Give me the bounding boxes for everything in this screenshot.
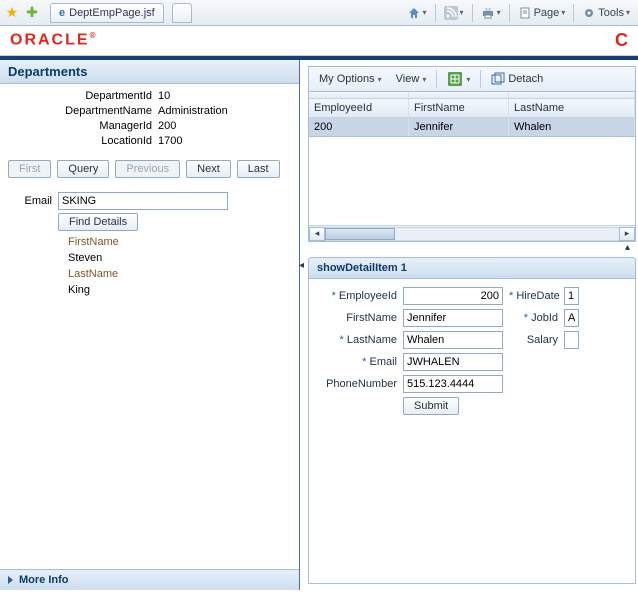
col-firstname[interactable]: FirstName (409, 99, 509, 117)
lastname-input[interactable] (403, 331, 503, 349)
cell-firstname: Jennifer (409, 118, 509, 136)
location-id-value: 1700 (158, 135, 291, 147)
tab-title: DeptEmpPage.jsf (69, 7, 155, 19)
table-toolbar: My Options ▾ View ▾ ▾ Detach (308, 66, 636, 92)
brand-logo: ORACLE® (10, 31, 97, 49)
view-menu[interactable]: View ▾ (392, 72, 431, 86)
favorites-icon[interactable]: ★ (4, 5, 20, 21)
home-button[interactable]: ▾ (403, 2, 431, 24)
departments-header: Departments (0, 60, 299, 84)
more-info-label: More Info (19, 574, 69, 586)
add-favorite-icon[interactable]: ✚ (24, 5, 40, 21)
result-lastname-label: LastName (68, 266, 291, 282)
col-employee-id[interactable]: EmployeeId (309, 99, 409, 117)
page-icon (518, 6, 532, 20)
dept-name-value: Administration (158, 105, 291, 117)
scroll-right-icon[interactable]: ▸ (619, 227, 635, 241)
dept-name-label: DepartmentName (8, 105, 158, 117)
scroll-left-icon[interactable]: ◂ (309, 227, 325, 241)
gear-icon (582, 6, 596, 20)
cell-lastname: Whalen (509, 118, 635, 136)
salary-input[interactable] (564, 331, 579, 349)
lastname-label: LastName (313, 334, 403, 346)
detach-button[interactable]: Detach (487, 71, 547, 87)
hiredate-input[interactable] (564, 287, 579, 305)
browser-tab[interactable]: e DeptEmpPage.jsf (50, 3, 164, 23)
my-options-menu[interactable]: My Options ▾ (315, 72, 386, 86)
email-label: Email (8, 195, 58, 207)
manager-id-label: ManagerId (8, 120, 158, 132)
new-tab-button[interactable] (172, 3, 192, 23)
dept-id-label: DepartmentId (8, 90, 158, 102)
feeds-button[interactable]: ▾ (440, 2, 468, 24)
refresh-button[interactable]: ▾ (443, 70, 474, 88)
table-row[interactable]: 200 Jennifer Whalen (309, 118, 635, 137)
firstname-input[interactable] (403, 309, 503, 327)
email-detail-input[interactable] (403, 353, 503, 371)
col-lastname[interactable]: LastName (509, 99, 635, 117)
previous-button[interactable]: Previous (115, 160, 180, 178)
more-info-toggle[interactable]: More Info (0, 569, 299, 590)
browser-toolbar: ★ ✚ e DeptEmpPage.jsf ▾ ▾ ▾ Page ▾ (0, 0, 638, 26)
collapse-toggle[interactable]: ▴ (308, 242, 636, 253)
find-details-button[interactable]: Find Details (58, 213, 138, 231)
employee-id-label: EmployeeId (313, 290, 403, 302)
brand-bar: ORACLE® C (0, 26, 638, 56)
rss-icon (444, 6, 458, 20)
splitter-handle-icon: ◂ (299, 260, 304, 271)
grid-refresh-icon (447, 71, 463, 87)
email-detail-label: Email (313, 356, 403, 368)
location-id-label: LocationId (8, 135, 158, 147)
first-button[interactable]: First (8, 160, 51, 178)
department-form: DepartmentId10 DepartmentNameAdministrat… (0, 84, 299, 156)
tools-menu[interactable]: Tools ▾ (578, 2, 634, 24)
employees-table: EmployeeId FirstName LastName 200 Jennif… (308, 92, 636, 242)
query-button[interactable]: Query (57, 160, 109, 178)
detach-label: Detach (508, 73, 543, 85)
result-firstname-value: Steven (68, 250, 291, 266)
submit-button[interactable]: Submit (403, 397, 459, 415)
hiredate-label: HireDate (509, 290, 564, 302)
disclose-icon (8, 576, 13, 584)
phone-input[interactable] (403, 375, 503, 393)
horizontal-scrollbar[interactable]: ◂ ▸ (309, 225, 635, 241)
dept-id-value: 10 (158, 90, 291, 102)
home-icon (407, 6, 421, 20)
dept-nav-buttons: First Query Previous Next Last (0, 156, 299, 186)
ie-icon: e (59, 7, 65, 19)
manager-id-value: 200 (158, 120, 291, 132)
detail-form: EmployeeId FirstName LastName Email Phon… (308, 279, 636, 584)
print-button[interactable]: ▾ (477, 2, 505, 24)
detach-icon (491, 72, 505, 86)
employee-id-input[interactable] (403, 287, 503, 305)
print-icon (481, 6, 495, 20)
page-menu[interactable]: Page ▾ (514, 2, 570, 24)
last-button[interactable]: Last (237, 160, 280, 178)
email-input[interactable] (58, 192, 228, 210)
jobid-label: JobId (509, 312, 564, 324)
page-menu-label: Page (534, 7, 560, 19)
result-firstname-label: FirstName (68, 234, 291, 250)
next-button[interactable]: Next (186, 160, 231, 178)
table-header: EmployeeId FirstName LastName (309, 99, 635, 118)
phone-label: PhoneNumber (313, 378, 403, 390)
jobid-input[interactable] (564, 309, 579, 327)
splitter[interactable]: ◂ (300, 60, 306, 590)
brand-right-icon: C (615, 30, 628, 51)
salary-label: Salary (509, 334, 564, 346)
tools-menu-label: Tools (598, 7, 624, 19)
scroll-thumb[interactable] (325, 228, 395, 240)
cell-employee-id: 200 (309, 118, 409, 136)
detail-header: showDetailItem 1 (308, 257, 636, 279)
firstname-label: FirstName (313, 312, 403, 324)
result-lastname-value: King (68, 282, 291, 298)
